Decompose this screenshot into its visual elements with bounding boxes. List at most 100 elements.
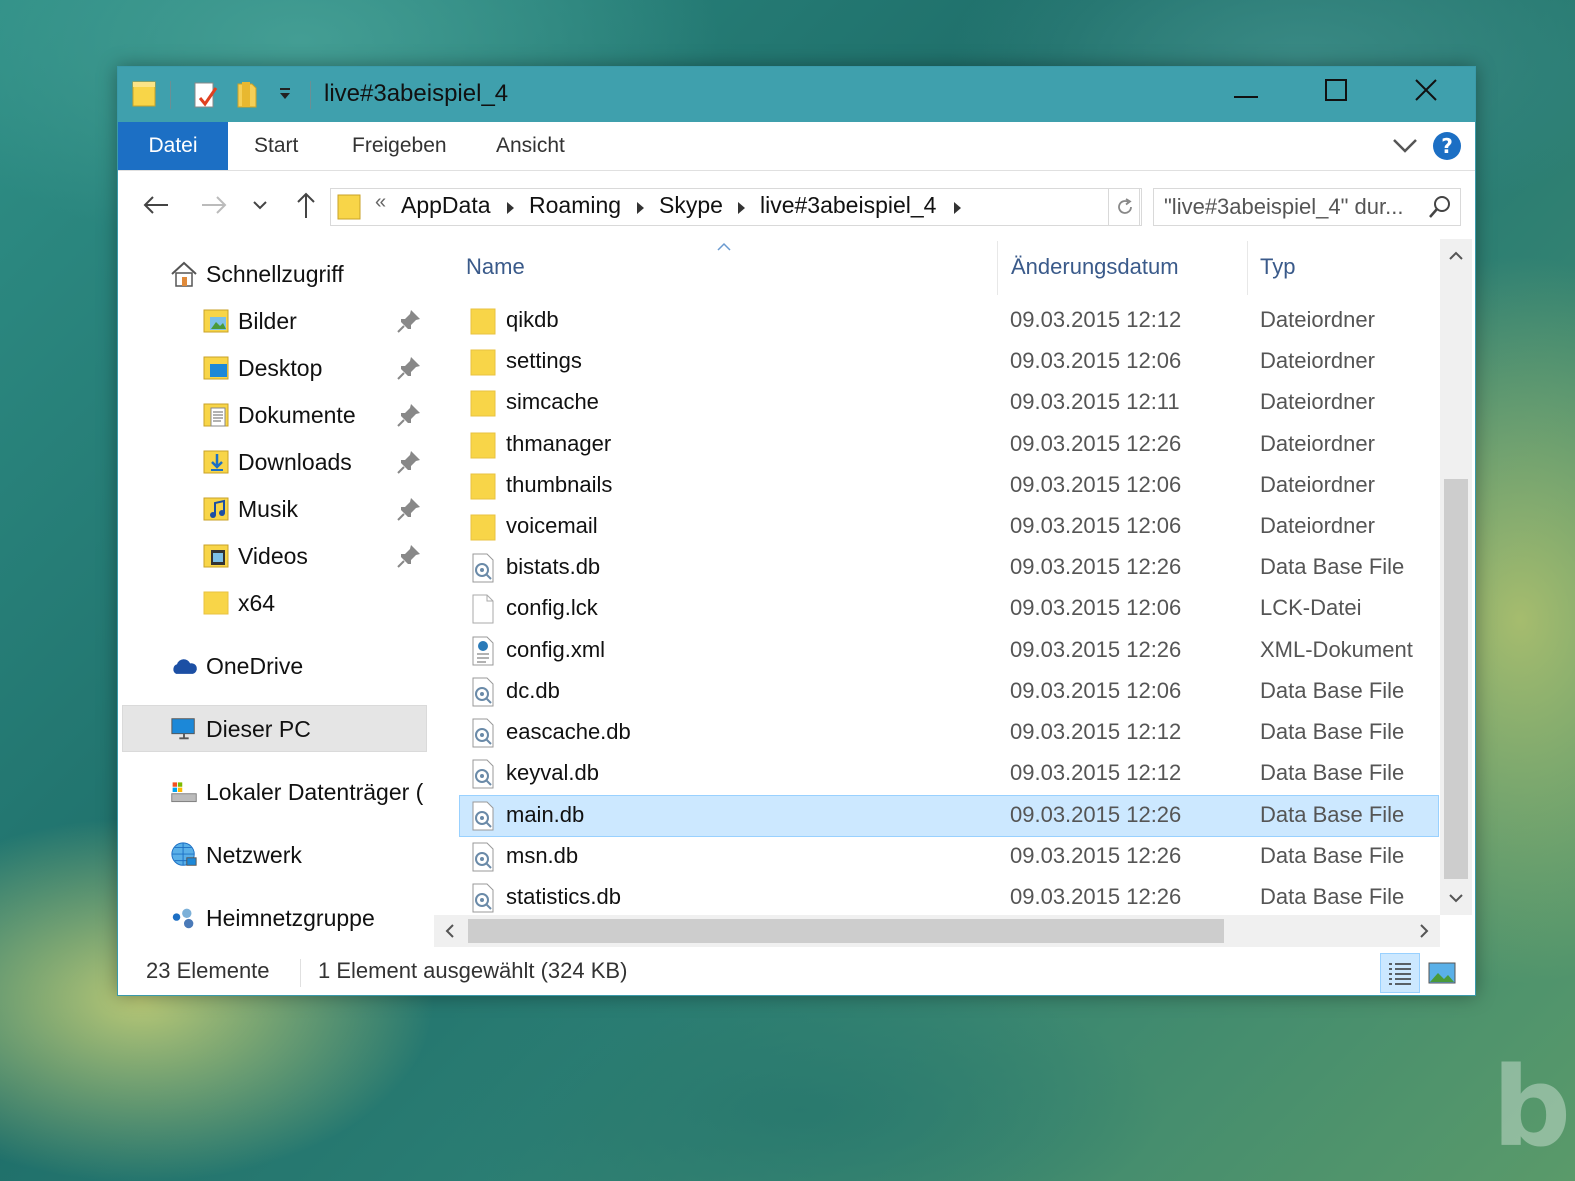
sidebar-item-label: Desktop bbox=[238, 354, 323, 381]
scroll-right-arrow-icon[interactable] bbox=[1418, 923, 1430, 944]
table-row[interactable]: main.db 09.03.2015 12:26 Data Base File bbox=[459, 795, 1439, 838]
properties-icon[interactable] bbox=[192, 80, 220, 115]
file-date: 09.03.2015 12:26 bbox=[1010, 842, 1182, 868]
tab-start[interactable]: Start bbox=[254, 122, 298, 170]
table-row[interactable]: simcache 09.03.2015 12:11 Dateiordner bbox=[460, 383, 1440, 423]
search-input[interactable]: "live#3abeispiel_4" dur... bbox=[1164, 194, 1426, 220]
pin-icon[interactable] bbox=[396, 355, 422, 386]
back-arrow-icon[interactable] bbox=[140, 187, 172, 223]
table-row[interactable]: thmanager 09.03.2015 12:26 Dateiordner bbox=[460, 425, 1440, 465]
pin-icon[interactable] bbox=[396, 496, 422, 527]
column-header-date[interactable]: Änderungsdatum bbox=[1011, 247, 1179, 287]
new-folder-icon[interactable] bbox=[234, 80, 262, 115]
table-row[interactable]: thumbnails 09.03.2015 12:06 Dateiordner bbox=[460, 466, 1440, 506]
breadcrumb-arrow-icon[interactable] bbox=[954, 202, 961, 214]
pin-icon[interactable] bbox=[396, 308, 422, 339]
file-list: Name Änderungsdatum Typ qikdb 09.03.2015 … bbox=[430, 239, 1472, 939]
sidebar-item-schnellzugriff[interactable]: Schnellzugriff bbox=[170, 252, 344, 296]
table-row[interactable]: keyval.db 09.03.2015 12:12 Data Base File bbox=[460, 754, 1440, 794]
breadcrumb-roaming[interactable]: Roaming bbox=[529, 192, 621, 219]
customize-quick-access-icon[interactable] bbox=[278, 87, 292, 106]
vertical-scrollbar[interactable] bbox=[1440, 239, 1472, 915]
expand-ribbon-chevron-icon[interactable] bbox=[1392, 136, 1418, 161]
sidebar-item-desktop[interactable]: Desktop bbox=[202, 346, 322, 390]
recent-locations-chevron-icon[interactable] bbox=[248, 187, 272, 223]
horizontal-scrollbar[interactable] bbox=[434, 915, 1440, 947]
sidebar-item-downloads[interactable]: Downloads bbox=[202, 440, 352, 484]
navigation-pane: Schnellzugriff Bilder Desktop Dokumente … bbox=[118, 239, 428, 939]
sidebar-item-lokaler-datentraeger[interactable]: Lokaler Datenträger ( bbox=[170, 770, 423, 814]
sidebar-item-label: Netzwerk bbox=[206, 841, 302, 868]
table-row[interactable]: bistats.db 09.03.2015 12:26 Data Base File bbox=[460, 548, 1440, 588]
scroll-up-arrow-icon[interactable] bbox=[1448, 249, 1464, 267]
scroll-down-arrow-icon[interactable] bbox=[1448, 891, 1464, 909]
breadcrumb-arrow-icon[interactable] bbox=[637, 202, 644, 214]
maximize-button[interactable] bbox=[1291, 67, 1381, 112]
address-bar[interactable]: « AppData Roaming Skype live#3abeispiel_… bbox=[330, 188, 1140, 226]
breadcrumb-appdata[interactable]: AppData bbox=[401, 192, 491, 219]
breadcrumb-arrow-icon[interactable] bbox=[507, 202, 514, 214]
pin-icon[interactable] bbox=[396, 543, 422, 574]
database-file-icon bbox=[470, 759, 496, 789]
breadcrumb-current-folder[interactable]: live#3abeispiel_4 bbox=[760, 192, 936, 219]
breadcrumb-arrow-icon[interactable] bbox=[738, 202, 745, 214]
table-row[interactable]: qikdb 09.03.2015 12:12 Dateiordner bbox=[460, 301, 1440, 341]
sidebar-item-dokumente[interactable]: Dokumente bbox=[202, 393, 356, 437]
help-icon[interactable]: ? bbox=[1432, 131, 1462, 166]
tab-freigeben[interactable]: Freigeben bbox=[352, 122, 447, 170]
sidebar-item-dieser-pc[interactable]: Dieser PC bbox=[170, 707, 311, 751]
details-view-button[interactable] bbox=[1380, 953, 1420, 993]
sidebar-item-musik[interactable]: Musik bbox=[202, 487, 298, 531]
file-icon bbox=[470, 594, 496, 624]
up-arrow-icon[interactable] bbox=[290, 187, 322, 223]
pin-icon[interactable] bbox=[396, 449, 422, 480]
file-type: Data Base File bbox=[1260, 677, 1405, 703]
search-icon[interactable] bbox=[1428, 195, 1452, 224]
file-type: Dateiordner bbox=[1260, 307, 1375, 332]
refresh-button[interactable] bbox=[1108, 188, 1142, 226]
sidebar-item-onedrive[interactable]: OneDrive bbox=[170, 644, 303, 688]
sidebar-item-heimnetzgruppe[interactable]: Heimnetzgruppe bbox=[170, 896, 375, 940]
large-icons-view-button[interactable] bbox=[1426, 957, 1458, 989]
tab-datei[interactable]: Datei bbox=[118, 122, 228, 170]
column-header-name[interactable]: Name bbox=[466, 247, 525, 287]
table-row[interactable]: voicemail 09.03.2015 12:06 Dateiordner bbox=[460, 507, 1440, 547]
file-name: thumbnails bbox=[506, 471, 613, 497]
sidebar-item-netzwerk[interactable]: Netzwerk bbox=[170, 833, 302, 877]
tab-ansicht[interactable]: Ansicht bbox=[496, 122, 565, 170]
folder-icon bbox=[470, 430, 496, 460]
column-separator[interactable] bbox=[997, 241, 998, 295]
column-header-type[interactable]: Typ bbox=[1260, 247, 1295, 287]
table-row[interactable]: msn.db 09.03.2015 12:26 Data Base File bbox=[460, 837, 1440, 877]
status-bar: 23 Elemente 1 Element ausgewählt (324 KB… bbox=[118, 949, 1475, 995]
minimize-button[interactable] bbox=[1201, 67, 1291, 112]
table-row[interactable]: config.xml 09.03.2015 12:26 XML-Dokument bbox=[460, 631, 1440, 671]
file-date: 09.03.2015 12:06 bbox=[1010, 348, 1182, 374]
sidebar-item-videos[interactable]: Videos bbox=[202, 534, 308, 578]
column-separator[interactable] bbox=[1247, 241, 1248, 295]
table-row[interactable]: statistics.db 09.03.2015 12:26 Data Base F… bbox=[460, 878, 1440, 918]
file-type: Dateiordner bbox=[1260, 513, 1375, 538]
onedrive-cloud-icon bbox=[170, 652, 198, 680]
table-row[interactable]: dc.db 09.03.2015 12:06 Data Base File bbox=[460, 672, 1440, 712]
sidebar-item-label: Videos bbox=[238, 542, 308, 569]
quick-access-folder-icon[interactable] bbox=[132, 80, 158, 113]
search-box[interactable]: "live#3abeispiel_4" dur... bbox=[1153, 188, 1461, 226]
sidebar-item-label: Downloads bbox=[238, 448, 352, 475]
desktop-folder-icon bbox=[202, 354, 230, 382]
table-row[interactable]: config.lck 09.03.2015 12:06 LCK-Datei bbox=[460, 589, 1440, 629]
table-row[interactable]: eascache.db 09.03.2015 12:12 Data Base Fil… bbox=[460, 713, 1440, 753]
sidebar-item-bilder[interactable]: Bilder bbox=[202, 299, 297, 343]
horizontal-scroll-thumb[interactable] bbox=[468, 919, 1224, 943]
forward-arrow-icon[interactable] bbox=[198, 187, 230, 223]
sidebar-item-label: Heimnetzgruppe bbox=[206, 904, 375, 931]
breadcrumb-skype[interactable]: Skype bbox=[659, 192, 723, 219]
breadcrumb-overflow[interactable]: « bbox=[375, 191, 386, 214]
large-icons-view-icon bbox=[1428, 962, 1456, 984]
sidebar-item-x64[interactable]: x64 bbox=[202, 581, 275, 625]
scroll-left-arrow-icon[interactable] bbox=[444, 923, 456, 944]
close-button[interactable] bbox=[1381, 67, 1471, 112]
vertical-scroll-thumb[interactable] bbox=[1444, 479, 1468, 879]
pin-icon[interactable] bbox=[396, 402, 422, 433]
table-row[interactable]: settings 09.03.2015 12:06 Dateiordner bbox=[460, 342, 1440, 382]
